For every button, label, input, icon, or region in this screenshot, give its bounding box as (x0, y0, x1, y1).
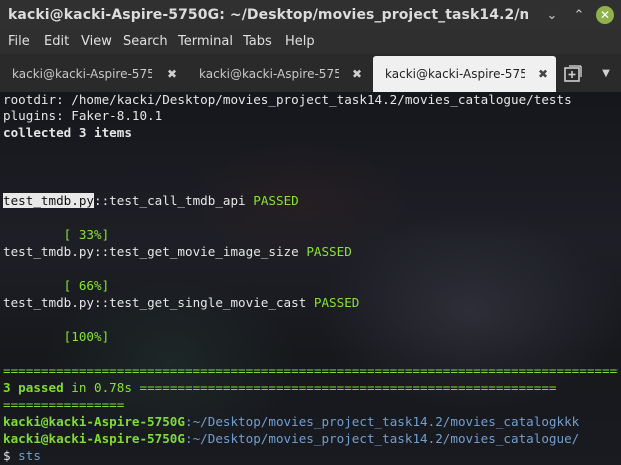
maximize-icon: ⌃ (573, 7, 585, 23)
test-file: test_tmdb.py (3, 193, 94, 208)
test-name: ::test_get_single_movie_cast (94, 295, 314, 310)
prompt-user: kacki@kacki-Aspire-5750G (3, 414, 185, 429)
test-line: test_tmdb.py::test_get_movie_image_size … (3, 244, 352, 260)
prompt-line: kacki@kacki-Aspire-5750G:~/Desktop/movie… (3, 414, 579, 430)
typed-command: sts (18, 448, 41, 463)
test-name: ::test_get_movie_image_size (94, 244, 307, 259)
minimize-button[interactable]: ⌄ (541, 0, 563, 30)
menu-terminal[interactable]: Terminal (178, 30, 233, 54)
test-file: test_tmdb.py (3, 295, 94, 310)
plugins-line: plugins: Faker-8.10.1 (3, 108, 163, 123)
menu-tabs[interactable]: Tabs (243, 30, 272, 54)
menu-help[interactable]: Help (285, 30, 315, 54)
prompt-path: :~/Desktop/movies_project_task14.2/movie… (184, 414, 557, 429)
test-line: test_tmdb.py::test_get_single_movie_cast… (3, 295, 359, 311)
tab-close-icon[interactable]: ✖ (352, 58, 362, 90)
prompt-user: kacki@kacki-Aspire-5750G (3, 431, 185, 446)
separator-line: ========================================… (3, 363, 618, 378)
test-file: test_tmdb.py (3, 244, 94, 259)
terminal-output[interactable]: rootdir: /home/kacki/Desktop/movies_proj… (0, 92, 621, 465)
prompt-line: kacki@kacki-Aspire-5750G:~/Desktop/movie… (3, 431, 579, 447)
test-progress: [100%] (3, 329, 110, 344)
prompt-path: :~/Desktop/movies_project_task14.2/movie… (184, 431, 580, 446)
menu-file[interactable]: File (8, 30, 30, 54)
summary-passed: 3 passed (3, 380, 64, 395)
summary-time: in 0.78s (63, 380, 140, 395)
tab-close-icon[interactable]: ✖ (167, 58, 177, 90)
tab-close-icon[interactable]: ✖ (538, 56, 548, 92)
menu-view[interactable]: View (81, 30, 112, 54)
test-progress: [ 33%] (3, 227, 110, 242)
menu-search[interactable]: Search (123, 30, 168, 54)
summary-separator: ========================================… (139, 380, 557, 395)
test-status: PASSED (306, 244, 352, 259)
test-line: test_tmdb.py::test_call_tmdb_api PASSED (3, 193, 299, 209)
test-status: PASSED (313, 295, 360, 310)
window-title: kacki@kacki-Aspire-5750G: ~/Desktop/movi… (8, 7, 528, 23)
maximize-button[interactable]: ⌃ (568, 0, 590, 30)
menu-edit[interactable]: Edit (44, 30, 69, 54)
close-button[interactable]: ✕ (594, 0, 616, 30)
short-separator: ================ (3, 397, 125, 412)
tab-label: kacki@kacki-Aspire-575... (199, 67, 339, 81)
prompt-symbol: $ (3, 448, 19, 463)
terminal-window: kacki@kacki-Aspire-5750G: ~/Desktop/movi… (0, 0, 621, 465)
tab-menu-dropdown-icon[interactable]: ▼ (598, 64, 614, 84)
new-tab-icon[interactable] (563, 64, 583, 84)
tab-3-active[interactable]: kacki@kacki-Aspire-575... ✖ (373, 56, 556, 92)
test-status: PASSED (253, 193, 299, 208)
collected-line: collected 3 items (3, 125, 132, 140)
command-line[interactable]: $ sts (3, 448, 41, 464)
tab-bar: kacki@kacki-Aspire-575... ✖ kacki@kacki-… (0, 54, 621, 93)
tab-label: kacki@kacki-Aspire-575... (12, 67, 152, 81)
menu-bar: File Edit View Search Terminal Tabs Help (0, 30, 621, 54)
test-name: ::test_call_tmdb_api (94, 193, 254, 208)
title-bar[interactable]: kacki@kacki-Aspire-5750G: ~/Desktop/movi… (0, 0, 621, 30)
test-progress: [ 66%] (3, 278, 110, 293)
prompt-rest: kkk (556, 414, 580, 429)
tab-2[interactable]: kacki@kacki-Aspire-575... ✖ (187, 58, 370, 90)
rootdir-line: rootdir: /home/kacki/Desktop/movies_proj… (3, 92, 572, 107)
close-icon: ✕ (596, 6, 614, 24)
minimize-icon: ⌄ (546, 7, 558, 23)
summary-line: 3 passed in 0.78s ======================… (3, 380, 618, 396)
tab-1[interactable]: kacki@kacki-Aspire-575... ✖ (0, 58, 185, 90)
tab-label: kacki@kacki-Aspire-575... (385, 67, 525, 81)
